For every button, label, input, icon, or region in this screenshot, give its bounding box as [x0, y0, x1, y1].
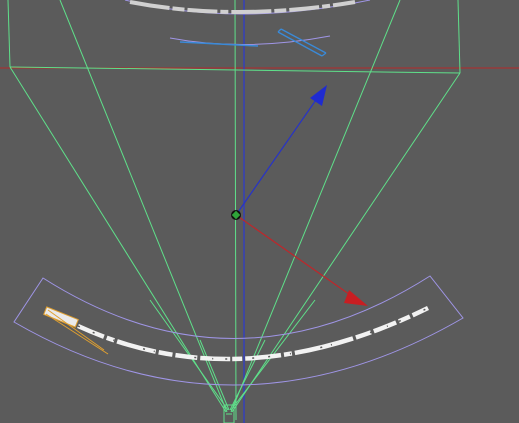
top-arc-text-strip	[129, 0, 356, 14]
bottom-arc-outline	[13, 275, 464, 386]
transform-gizmo[interactable]	[231, 85, 368, 306]
bottom-arc-object[interactable]	[13, 275, 464, 386]
top-arc-highlight-edge	[179, 41, 259, 47]
viewport-canvas[interactable]	[0, 0, 519, 423]
gizmo-y-axis-line[interactable]	[235, 96, 319, 216]
3d-viewport[interactable]	[0, 0, 519, 423]
gizmo-y-arrow-head[interactable]	[310, 85, 327, 106]
top-arc-object[interactable]	[124, 0, 371, 57]
bottom-arc-text-detail	[77, 307, 429, 360]
bottom-arc-text-strip	[77, 305, 429, 362]
bottom-arc-selected-glyph[interactable]	[43, 306, 109, 355]
gizmo-x-axis-line[interactable]	[235, 214, 357, 300]
